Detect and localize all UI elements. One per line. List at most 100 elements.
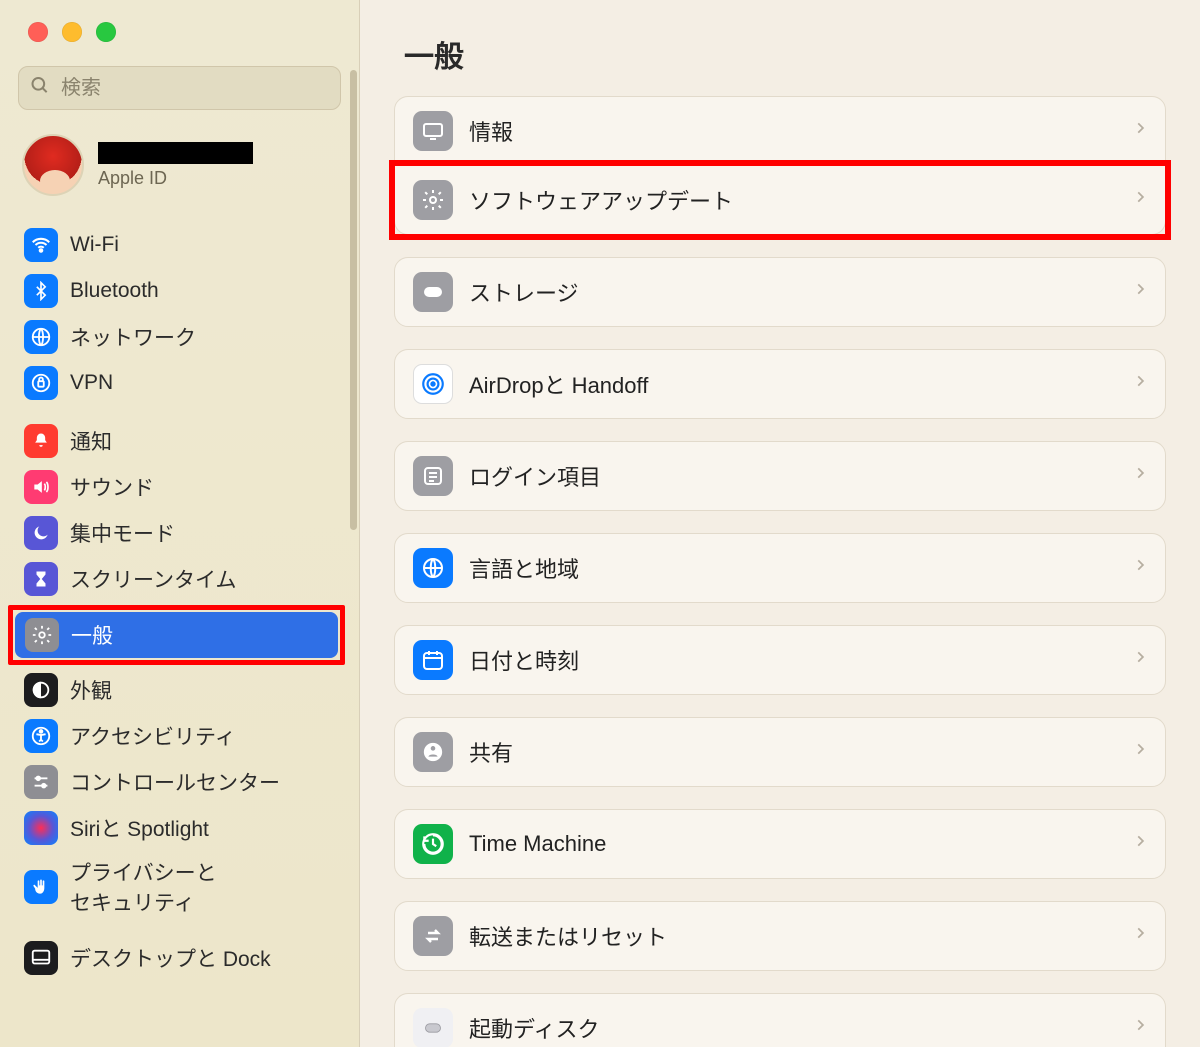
maximize-button[interactable]	[96, 22, 116, 42]
settings-row-storage[interactable]: ストレージ	[394, 257, 1166, 327]
settings-group: AirDropと Handoff	[394, 349, 1166, 419]
sidebar-item-appearance[interactable]: 外観	[14, 667, 345, 713]
login-items-icon	[413, 456, 453, 496]
sidebar-item-sound[interactable]: サウンド	[14, 464, 345, 510]
account-text: Apple ID	[98, 142, 253, 189]
sidebar-item-controlcenter[interactable]: コントロールセンター	[14, 759, 345, 805]
sidebar-item-label: Siriと Spotlight	[70, 813, 209, 843]
startupdisk-icon	[413, 1008, 453, 1047]
sidebar-item-bluetooth[interactable]: Bluetooth	[14, 268, 345, 314]
sidebar-item-label: ネットワーク	[70, 322, 196, 352]
sidebar-item-label: 一般	[71, 620, 113, 650]
language-icon	[413, 548, 453, 588]
sidebar-item-label: 外観	[70, 675, 112, 705]
sidebar-item-label: 通知	[70, 426, 112, 456]
chevron-right-icon	[1133, 370, 1147, 398]
apple-id-row[interactable]: Apple ID	[0, 128, 359, 216]
search-input[interactable]	[18, 66, 341, 110]
page-title: 一般	[394, 24, 1166, 96]
settings-row-about[interactable]: 情報	[394, 96, 1166, 166]
settings-row-label: ストレージ	[469, 276, 579, 308]
chevron-right-icon	[1133, 186, 1147, 214]
sidebar-item-privacy[interactable]: プライバシーと セキュリティ	[14, 851, 345, 923]
settings-group: Time Machine	[394, 809, 1166, 879]
settings-row-language[interactable]: 言語と地域	[394, 533, 1166, 603]
avatar	[22, 134, 84, 196]
gear-icon	[25, 618, 59, 652]
airdrop-icon	[413, 364, 453, 404]
sidebar-item-siri[interactable]: Siriと Spotlight	[14, 805, 345, 851]
highlight-sidebar-general: 一般	[8, 605, 345, 665]
sidebar-group-desktop: デスクトップと Dock	[0, 929, 359, 987]
search-field-wrap	[18, 66, 341, 110]
sidebar-item-screentime[interactable]: スクリーンタイム	[14, 556, 345, 602]
settings-row-startupdisk[interactable]: 起動ディスク	[394, 993, 1166, 1047]
chevron-right-icon	[1133, 646, 1147, 674]
sidebar-item-accessibility[interactable]: アクセシビリティ	[14, 713, 345, 759]
sidebar-item-label: アクセシビリティ	[70, 721, 236, 751]
search-icon	[30, 76, 50, 101]
sliders-icon	[24, 765, 58, 799]
chevron-right-icon	[1133, 830, 1147, 858]
sidebar-item-label: コントロールセンター	[70, 767, 280, 797]
sharing-icon	[413, 732, 453, 772]
settings-group: ストレージ	[394, 257, 1166, 327]
sidebar-item-network[interactable]: ネットワーク	[14, 314, 345, 360]
moon-icon	[24, 516, 58, 550]
sidebar: Apple ID Wi-Fi Bluetooth ネットワーク VP	[0, 0, 360, 1047]
sidebar-item-label: スクリーンタイム	[70, 564, 237, 594]
datetime-icon	[413, 640, 453, 680]
settings-row-transfer[interactable]: 転送またはリセット	[394, 901, 1166, 971]
settings-group: 情報ソフトウェアアップデート	[394, 96, 1166, 235]
sidebar-item-notifications[interactable]: 通知	[14, 418, 345, 464]
settings-row-label: AirDropと Handoff	[469, 368, 648, 400]
sidebar-item-label: 集中モード	[70, 518, 175, 548]
chevron-right-icon	[1133, 1014, 1147, 1042]
settings-row-label: 情報	[469, 115, 513, 147]
settings-row-software-update[interactable]: ソフトウェアアップデート	[394, 166, 1166, 235]
main-panel: 一般 情報ソフトウェアアップデートストレージ AirDropと Handoff ログ…	[360, 0, 1200, 1047]
bell-icon	[24, 424, 58, 458]
minimize-button[interactable]	[62, 22, 82, 42]
about-icon	[413, 111, 453, 151]
sidebar-item-wifi[interactable]: Wi-Fi	[14, 222, 345, 268]
settings-row-label: ログイン項目	[469, 460, 601, 492]
sidebar-item-general[interactable]: 一般	[15, 612, 338, 658]
settings-row-datetime[interactable]: 日付と時刻	[394, 625, 1166, 695]
chevron-right-icon	[1133, 738, 1147, 766]
bluetooth-icon	[24, 274, 58, 308]
vpn-icon	[24, 366, 58, 400]
settings-row-label: 起動ディスク	[469, 1012, 599, 1044]
settings-row-sharing[interactable]: 共有	[394, 717, 1166, 787]
account-subtitle: Apple ID	[98, 168, 253, 189]
account-name-redacted	[98, 142, 253, 164]
wifi-icon	[24, 228, 58, 262]
settings-row-label: 言語と地域	[469, 552, 579, 584]
sidebar-item-desktop-dock[interactable]: デスクトップと Dock	[14, 935, 345, 981]
sidebar-item-label: デスクトップと Dock	[70, 943, 271, 973]
settings-row-label: ソフトウェアアップデート	[469, 184, 733, 216]
settings-group: 日付と時刻	[394, 625, 1166, 695]
settings-row-airdrop[interactable]: AirDropと Handoff	[394, 349, 1166, 419]
settings-row-label: Time Machine	[469, 831, 606, 857]
window-controls	[0, 0, 359, 60]
settings-row-timemachine[interactable]: Time Machine	[394, 809, 1166, 879]
software-update-icon	[413, 180, 453, 220]
settings-row-label: 日付と時刻	[469, 644, 579, 676]
sidebar-scrollbar[interactable]	[350, 70, 357, 530]
chevron-right-icon	[1133, 462, 1147, 490]
sidebar-item-focus[interactable]: 集中モード	[14, 510, 345, 556]
storage-icon	[413, 272, 453, 312]
settings-row-login-items[interactable]: ログイン項目	[394, 441, 1166, 511]
transfer-icon	[413, 916, 453, 956]
globe-icon	[24, 320, 58, 354]
settings-group: 起動ディスク	[394, 993, 1166, 1047]
close-button[interactable]	[28, 22, 48, 42]
settings-groups: 情報ソフトウェアアップデートストレージ AirDropと Handoff ログイン項…	[394, 96, 1166, 1047]
chevron-right-icon	[1133, 278, 1147, 306]
sidebar-item-vpn[interactable]: VPN	[14, 360, 345, 406]
chevron-right-icon	[1133, 554, 1147, 582]
timemachine-icon	[413, 824, 453, 864]
speaker-icon	[24, 470, 58, 504]
settings-row-label: 転送またはリセット	[469, 920, 667, 952]
